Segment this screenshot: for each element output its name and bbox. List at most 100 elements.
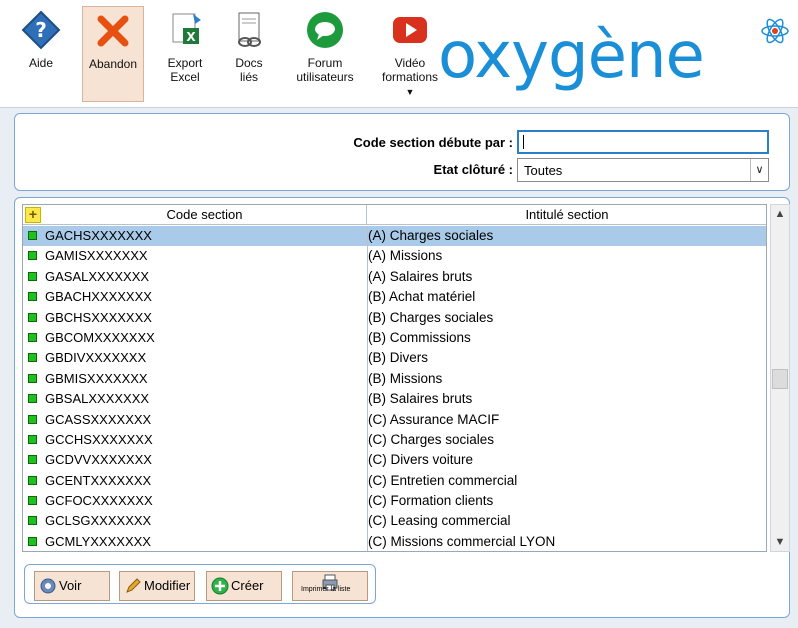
row-label: (A) Missions	[368, 248, 443, 264]
scroll-thumb[interactable]	[772, 369, 788, 389]
video-formations-button[interactable]: Vidéo formations ▼	[376, 6, 444, 102]
table-row[interactable]: GASALXXXXXXX (A) Salaires bruts	[23, 266, 766, 288]
row-code: GCENTXXXXXXX	[45, 472, 152, 488]
table-row[interactable]: GBMISXXXXXXX (B) Missions	[23, 368, 766, 390]
table-row[interactable]: GCENTXXXXXXX (C) Entretien commercial	[23, 470, 766, 492]
row-code: GCCHSXXXXXXX	[45, 431, 153, 447]
forum-label-2: utilisateurs	[296, 70, 354, 84]
status-square-icon	[28, 231, 37, 240]
table-row[interactable]: GBACHXXXXXXX (B) Achat matériel	[23, 287, 766, 308]
status-square-icon	[28, 332, 37, 342]
row-code: GCMLYXXXXXXX	[45, 533, 151, 549]
table-row[interactable]: GBDIVXXXXXXX (B) Divers	[23, 348, 766, 369]
row-code: GAMISXXXXXXX	[45, 248, 148, 264]
forum-icon	[307, 12, 343, 48]
table-row[interactable]: GCFOCXXXXXXX (C) Formation clients	[23, 491, 766, 512]
etat-cloture-select[interactable]: Toutes ∨	[517, 158, 769, 182]
table-row[interactable]: GCLSGXXXXXXX (C) Leasing commercial	[23, 511, 766, 532]
view-icon	[40, 578, 56, 594]
vertical-scrollbar[interactable]: ▲ ▼	[770, 204, 790, 552]
status-square-icon	[28, 271, 37, 281]
table-body: GACHSXXXXXXX (A) Charges sociales GAMISXXX…	[23, 226, 766, 551]
status-square-icon	[28, 292, 37, 302]
row-code: GBSALXXXXXXX	[45, 391, 150, 407]
etat-cloture-value: Toutes	[524, 163, 563, 178]
row-code: GASALXXXXXXX	[45, 268, 150, 284]
row-code: GCASSXXXXXXX	[45, 411, 152, 427]
table-row[interactable]: GBCOMXXXXXXX (B) Commissions	[23, 327, 766, 349]
voir-button[interactable]: Voir	[34, 571, 110, 601]
add-column-icon[interactable]: +	[25, 207, 41, 223]
export-excel-button[interactable]: X Export Excel	[154, 6, 216, 102]
table-row[interactable]: GAMISXXXXXXX (A) Missions	[23, 246, 766, 267]
table-row[interactable]: GCMLYXXXXXXX (C) Missions commercial LYON	[23, 531, 766, 551]
voir-label: Voir	[59, 578, 82, 593]
modifier-button[interactable]: Modifier	[119, 571, 195, 601]
row-code: GBMISXXXXXXX	[45, 370, 148, 386]
row-code: GCDVVXXXXXXX	[45, 452, 152, 468]
linked-docs-button[interactable]: Docs liés	[218, 6, 280, 102]
row-label: (B) Salaires bruts	[368, 391, 473, 407]
status-square-icon	[28, 353, 37, 363]
table-row[interactable]: GCCHSXXXXXXX (C) Charges sociales	[23, 429, 766, 451]
status-square-icon	[28, 312, 37, 322]
table-row[interactable]: GCASSXXXXXXX (C) Assurance MACIF	[23, 409, 766, 430]
creer-button[interactable]: Créer	[206, 571, 282, 601]
row-label: (A) Salaires bruts	[368, 268, 473, 284]
scroll-up-icon[interactable]: ▲	[771, 205, 789, 223]
scroll-down-icon[interactable]: ▼	[771, 533, 789, 551]
status-square-icon	[28, 536, 37, 546]
dropdown-arrow-icon[interactable]: ▼	[406, 87, 415, 97]
etat-cloture-label: Etat clôturé :	[433, 162, 513, 177]
video-label-2: formations	[381, 70, 439, 84]
help-icon: ?	[21, 10, 61, 50]
header-code-section[interactable]: Code section	[43, 205, 367, 225]
help-button[interactable]: ? Aide	[10, 6, 72, 102]
export-label-2: Excel	[170, 70, 200, 84]
row-label: (C) Charges sociales	[368, 431, 495, 447]
sections-table: + Code section Intitulé section GACHSXXX…	[22, 204, 767, 552]
imprimer-label: Imprimer la liste	[301, 586, 351, 593]
row-code: GCFOCXXXXXXX	[45, 493, 153, 509]
row-label: (C) Leasing commercial	[368, 513, 511, 529]
abandon-button[interactable]: Abandon	[82, 6, 144, 102]
docs-label-1: Docs	[235, 56, 263, 70]
row-label: (B) Divers	[368, 350, 428, 366]
docs-label-2: liés	[239, 70, 258, 84]
status-square-icon	[28, 496, 37, 506]
status-square-icon	[28, 394, 37, 404]
status-square-icon	[28, 516, 37, 526]
status-square-icon	[28, 455, 37, 465]
chevron-down-icon[interactable]: ∨	[750, 159, 768, 181]
oxygene-logo: oxygène	[438, 18, 790, 94]
logo-text: oxygène	[438, 19, 705, 93]
excel-icon: X	[172, 13, 201, 44]
filter-panel: Code section débute par : Etat clôturé :…	[14, 113, 790, 191]
table-row[interactable]: GACHSXXXXXXX (A) Charges sociales	[23, 226, 766, 247]
status-square-icon	[28, 475, 37, 485]
table-row[interactable]: GBSALXXXXXXX (B) Salaires bruts	[23, 389, 766, 410]
action-bar: Voir Modifier Créer Imprimer la liste	[24, 564, 376, 604]
header-intitule-section[interactable]: Intitulé section	[368, 205, 766, 225]
abandon-label: Abandon	[88, 57, 138, 71]
table-header: + Code section Intitulé section	[23, 205, 766, 225]
row-code: GBACHXXXXXXX	[45, 289, 152, 305]
modifier-label: Modifier	[144, 578, 191, 593]
status-square-icon	[28, 414, 37, 424]
code-section-input[interactable]	[517, 130, 769, 154]
row-code: GBCOMXXXXXXX	[45, 329, 155, 345]
status-square-icon	[28, 373, 37, 383]
row-label: (B) Achat matériel	[368, 289, 476, 305]
forum-label-1: Forum	[307, 56, 343, 70]
row-label: (C) Divers voiture	[368, 452, 474, 468]
row-label: (C) Entretien commercial	[368, 472, 518, 488]
row-label: (C) Formation clients	[368, 493, 494, 509]
imprimer-liste-button[interactable]: Imprimer la liste	[292, 571, 368, 601]
status-square-icon	[28, 434, 37, 444]
table-row[interactable]: GCDVVXXXXXXX (C) Divers voiture	[23, 450, 766, 471]
table-row[interactable]: GBCHSXXXXXXX (B) Charges sociales	[23, 307, 766, 328]
row-label: (A) Charges sociales	[368, 228, 494, 243]
forum-button[interactable]: Forum utilisateurs	[290, 6, 360, 102]
row-code: GBDIVXXXXXXX	[45, 350, 147, 366]
svg-text:X: X	[186, 30, 196, 44]
